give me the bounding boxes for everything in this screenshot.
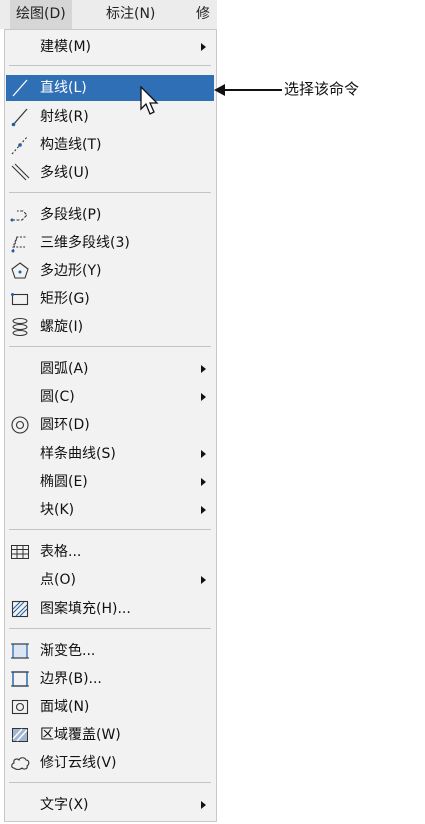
menu-item-circle[interactable]: 圆(C) — [6, 384, 214, 410]
rectangle-icon — [9, 287, 31, 311]
submenu-arrow-icon — [201, 506, 206, 514]
polyline-icon — [9, 203, 31, 227]
revcloud-icon — [9, 751, 31, 775]
menu-item-block[interactable]: 块(K) — [6, 497, 214, 523]
menu-item-region[interactable]: 面域(N) — [6, 694, 214, 720]
menu-item-multiline[interactable]: 多线(U) — [6, 160, 214, 186]
menu-item-label: 射线(R) — [40, 109, 89, 125]
submenu-arrow-icon — [201, 801, 206, 809]
menu-item-arc[interactable]: 圆弧(A) — [6, 356, 214, 382]
menu-item-label: 表格... — [40, 544, 82, 560]
menu-item-polyline[interactable]: 多段线(P) — [6, 202, 214, 228]
menu-item-label: 建模(M) — [40, 39, 92, 55]
menu-item-label: 椭圆(E) — [40, 474, 88, 490]
hatch-icon — [9, 597, 31, 621]
menu-item-label: 文字(X) — [40, 797, 89, 813]
table-icon — [9, 540, 31, 564]
boundary-icon — [9, 667, 31, 691]
wipeout-icon — [9, 723, 31, 747]
menu-item-label: 矩形(G) — [40, 291, 90, 307]
menu-bar: 绘图(D) 标注(N) 修 — [0, 0, 217, 29]
menu-item-3d-polyline[interactable]: 三维多段线(3) — [6, 230, 214, 256]
draw-dropdown-menu: 建模(M) 直线(L) 射线(R) 构造线(T) 多线(U) 多段线(P) 三维… — [4, 29, 217, 822]
menu-item-label: 直线(L) — [40, 80, 87, 96]
menu-item-label: 边界(B)... — [40, 671, 102, 687]
gradient-icon — [9, 639, 31, 663]
menu-item-label: 构造线(T) — [40, 137, 102, 153]
menu-item-modeling[interactable]: 建模(M) — [6, 34, 214, 60]
menu-item-text[interactable]: 文字(X) — [6, 792, 214, 818]
menu-item-revcloud[interactable]: 修订云线(V) — [6, 750, 214, 776]
menu-item-label: 图案填充(H)... — [40, 601, 131, 617]
menu-item-label: 多边形(Y) — [40, 263, 102, 279]
menu-separator — [9, 782, 211, 783]
menu-item-label: 面域(N) — [40, 699, 90, 715]
multiline-icon — [9, 161, 31, 185]
menu-item-polygon[interactable]: 多边形(Y) — [6, 258, 214, 284]
menu-item-label: 多线(U) — [40, 165, 90, 181]
submenu-arrow-icon — [201, 450, 206, 458]
menu-item-ray[interactable]: 射线(R) — [6, 104, 214, 130]
menu-separator — [9, 192, 211, 193]
menu-item-label: 点(O) — [40, 572, 76, 588]
submenu-arrow-icon — [201, 576, 206, 584]
ray-icon — [9, 105, 31, 129]
submenu-arrow-icon — [201, 393, 206, 401]
menu-item-spline[interactable]: 样条曲线(S) — [6, 441, 214, 467]
menu-item-label: 螺旋(I) — [40, 319, 84, 335]
menu-item-gradient[interactable]: 渐变色... — [6, 638, 214, 664]
menu-item-boundary[interactable]: 边界(B)... — [6, 666, 214, 692]
menu-item-label: 样条曲线(S) — [40, 446, 116, 462]
menu-separator — [9, 529, 211, 530]
region-icon — [9, 695, 31, 719]
menu-modify[interactable]: 修 — [190, 0, 216, 29]
menu-separator — [9, 346, 211, 347]
menu-draw[interactable]: 绘图(D) — [10, 0, 72, 29]
menu-item-line[interactable]: 直线(L) — [6, 75, 214, 101]
menu-item-label: 圆环(D) — [40, 417, 90, 433]
menu-item-label: 多段线(P) — [40, 207, 102, 223]
menu-item-label: 圆(C) — [40, 389, 75, 405]
menu-item-helix[interactable]: 螺旋(I) — [6, 314, 214, 340]
submenu-arrow-icon — [201, 478, 206, 486]
submenu-arrow-icon — [201, 43, 206, 51]
menu-item-donut[interactable]: 圆环(D) — [6, 412, 214, 438]
menu-item-label: 修订云线(V) — [40, 755, 117, 771]
menu-item-point[interactable]: 点(O) — [6, 567, 214, 593]
helix-icon — [9, 315, 31, 339]
polygon-icon — [9, 259, 31, 283]
menu-separator — [9, 65, 211, 66]
menu-item-table[interactable]: 表格... — [6, 539, 214, 565]
menu-dimension[interactable]: 标注(N) — [100, 0, 161, 29]
menu-item-ellipse[interactable]: 椭圆(E) — [6, 469, 214, 495]
menu-item-wipeout[interactable]: 区域覆盖(W) — [6, 722, 214, 748]
menu-item-label: 块(K) — [40, 502, 75, 518]
submenu-arrow-icon — [201, 365, 206, 373]
3d-polyline-icon — [9, 231, 31, 255]
donut-icon — [9, 413, 31, 437]
line-icon — [9, 76, 31, 100]
mouse-cursor-icon — [140, 85, 160, 118]
callout-line — [222, 89, 282, 91]
menu-item-label: 三维多段线(3) — [40, 235, 130, 251]
construction-line-icon — [9, 133, 31, 157]
menu-item-hatch[interactable]: 图案填充(H)... — [6, 596, 214, 622]
menu-item-construction-line[interactable]: 构造线(T) — [6, 132, 214, 158]
menu-item-label: 区域覆盖(W) — [40, 727, 121, 743]
callout-annotation: 选择该命令 — [284, 80, 360, 98]
menu-separator — [9, 628, 211, 629]
menu-item-rectangle[interactable]: 矩形(G) — [6, 286, 214, 312]
menu-item-label: 渐变色... — [40, 643, 96, 659]
menu-item-label: 圆弧(A) — [40, 361, 89, 377]
